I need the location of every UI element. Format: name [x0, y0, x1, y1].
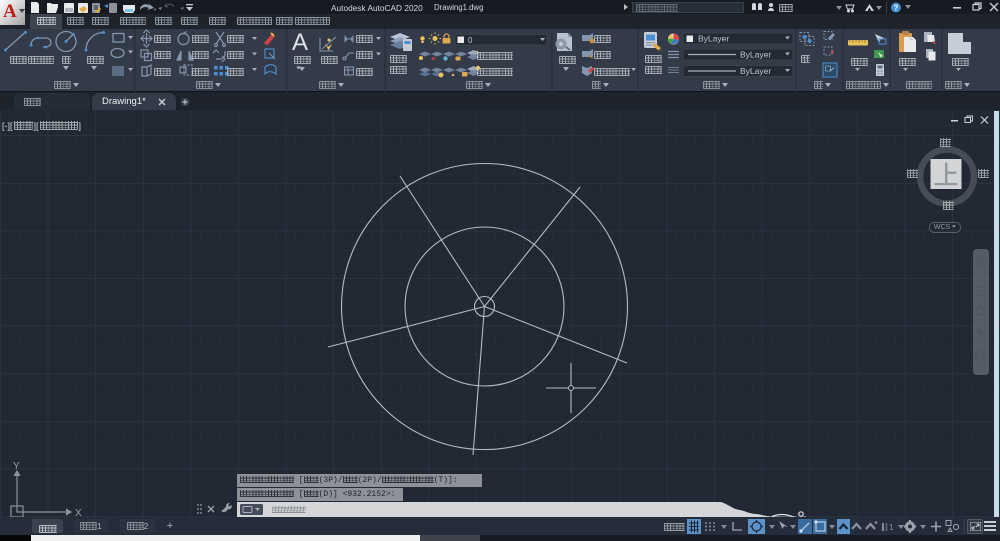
svg-text:?: ? — [894, 4, 899, 13]
svg-text:X: X — [75, 508, 82, 517]
svg-text:ByLayer: ByLayer — [698, 34, 729, 44]
svg-text:A: A — [292, 29, 308, 56]
svg-text:0: 0 — [468, 36, 473, 45]
svg-text:Y: Y — [13, 461, 20, 472]
svg-text:ByLayer: ByLayer — [740, 50, 771, 60]
svg-text:1: 1 — [889, 523, 894, 532]
svg-text:ByLayer: ByLayer — [740, 66, 771, 76]
